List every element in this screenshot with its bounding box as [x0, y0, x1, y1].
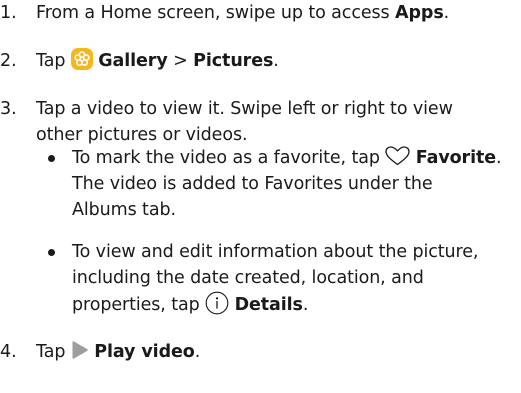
bullet-2-dot: [48, 249, 55, 256]
step-2-pre: Tap: [36, 51, 71, 71]
step-4-number: 4.: [0, 342, 17, 362]
gallery-label: Gallery: [98, 51, 168, 71]
step-2-post: .: [273, 51, 279, 71]
bullet-1-line-1: To mark the video as a favorite, tap Fav…: [72, 146, 502, 169]
bullet-1-dot: [48, 155, 55, 162]
pictures-label: Pictures: [193, 51, 274, 71]
details-label: Details: [234, 295, 303, 315]
gallery-icon: [70, 48, 93, 70]
bullet-2-line-2: including the date created, location, an…: [72, 268, 424, 288]
bullet-1-line-3: Albums tab.: [72, 200, 176, 220]
favorite-label: Favorite: [415, 148, 497, 168]
play-icon: [71, 340, 89, 360]
info-icon: [205, 291, 229, 315]
bullet-2-line-3: properties, tap Details.: [72, 291, 309, 317]
step-2-number: 2.: [0, 51, 17, 71]
bullet-2-pre: properties, tap: [72, 295, 206, 315]
apps-label: Apps: [395, 3, 444, 23]
play-video-label: Play video: [94, 342, 195, 362]
step-4-pre: Tap: [36, 342, 71, 362]
bullet-1-post: .: [496, 148, 502, 168]
step-1-number: 1.: [0, 3, 17, 23]
step-4-post: .: [194, 342, 201, 362]
heart-icon: [385, 146, 410, 166]
step-2-text: Tap Gallery > Pictures.: [36, 48, 279, 72]
step-3-line-1: Tap a video to view it. Swipe left or ri…: [36, 99, 453, 119]
step-4-text: Tap Play video.: [36, 341, 200, 363]
step-3-number: 3.: [0, 99, 17, 119]
bullet-2-post: .: [302, 295, 309, 315]
step-1-pre: From a Home screen, swipe up to access: [36, 3, 396, 23]
bullet-1-pre: To mark the video as a favorite, tap: [72, 148, 386, 168]
step-3-line-2: other pictures or videos.: [36, 125, 248, 145]
bullet-1-line-2: The video is added to Favorites under th…: [72, 174, 433, 194]
bullet-2-line-1: To view and edit information about the p…: [72, 242, 479, 262]
step-1-post: .: [443, 3, 450, 23]
step-1-text: From a Home screen, swipe up to access A…: [36, 2, 449, 24]
step-2-sep: >: [167, 51, 194, 71]
